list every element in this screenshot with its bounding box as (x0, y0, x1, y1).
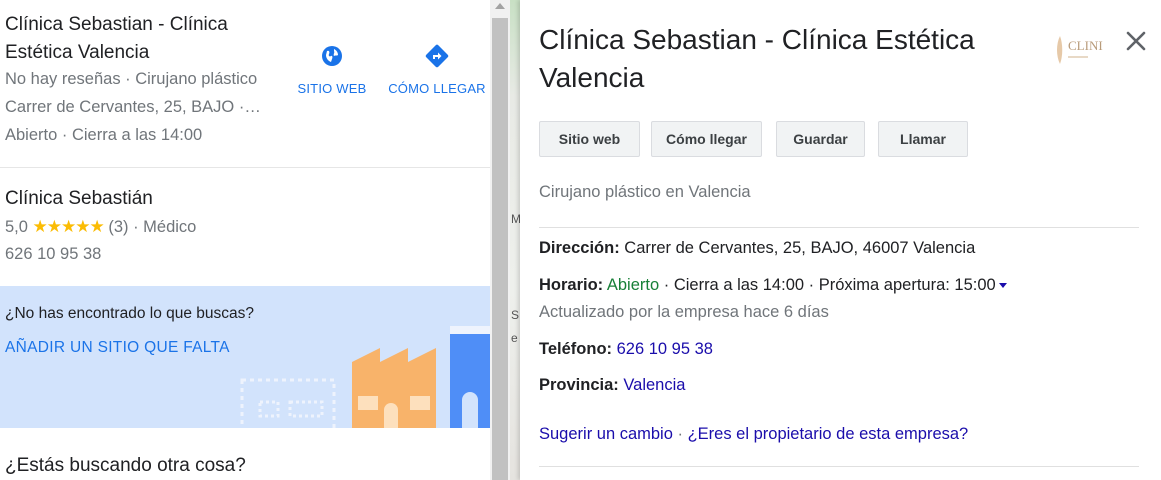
map-area[interactable]: Mo S e (510, 0, 520, 480)
address-label: Dirección: (539, 239, 620, 257)
directions-label: CÓMO LLEGAR (388, 81, 486, 96)
hours-details: · Cierra a las 14:00 · Próxima apertura:… (663, 276, 996, 294)
divider (539, 466, 1139, 467)
directions-button[interactable]: Cómo llegar (651, 121, 762, 157)
call-button[interactable]: Llamar (878, 121, 968, 157)
add-missing-place-link[interactable]: AÑADIR UN SITIO QUE FALTA (5, 339, 230, 357)
dropdown-arrow-icon[interactable] (998, 283, 1007, 289)
website-label: SITIO WEB (297, 81, 367, 96)
rating-value: 5,0 (5, 218, 28, 236)
phone-row: Teléfono: 626 10 95 38 (539, 340, 713, 359)
hours-label: Horario: (539, 276, 604, 294)
save-button[interactable]: Guardar (776, 121, 865, 157)
result-hours: Abierto · Cierra a las 14:00 (5, 126, 203, 144)
map-label: e (511, 331, 518, 345)
star-rating-icon: ★★★★★ (32, 217, 105, 236)
map-label: S (511, 308, 520, 322)
separator: · (677, 425, 684, 443)
result-title[interactable]: Clínica Sebastián (5, 185, 275, 213)
phone-label: Teléfono: (539, 340, 613, 358)
result-phone: 626 10 95 38 (5, 245, 102, 263)
globe-icon (322, 46, 342, 66)
suggest-row: Sugerir un cambio · ¿Eres el propietario… (539, 425, 968, 444)
result-item[interactable]: Clínica Sebastián 5,0 ★★★★★ (3) · Médico… (0, 168, 490, 286)
other-search-question: ¿Estás buscando otra cosa? (5, 455, 246, 476)
claim-business-link[interactable]: ¿Eres el propietario de esta empresa? (688, 425, 969, 443)
results-list: Clínica Sebastian - Clínica Estética Val… (0, 0, 490, 480)
province-label: Provincia: (539, 376, 619, 394)
directions-button[interactable]: CÓMO LLEGAR (386, 44, 488, 98)
province-row: Provincia: Valencia (539, 376, 685, 395)
results-scrollbar[interactable] (490, 0, 510, 480)
scrollbar-thumb[interactable] (492, 18, 508, 480)
directions-icon (425, 44, 449, 68)
svg-text:CLINI: CLINI (1068, 38, 1103, 53)
website-button[interactable]: Sitio web (539, 121, 640, 157)
open-status: Abierto (606, 276, 660, 294)
scroll-up-arrow-icon[interactable] (495, 3, 505, 9)
result-meta: No hay reseñas · Cirujano plástico (5, 70, 258, 88)
missing-place-box: ¿No has encontrado lo que buscas? AÑADIR… (0, 286, 490, 428)
result-address: Carrer de Cervantes, 25, BAJO ·… (5, 98, 261, 116)
map-label: Mo (511, 212, 520, 226)
divider (539, 227, 1139, 228)
close-icon[interactable] (1123, 28, 1149, 54)
address-value: Carrer de Cervantes, 25, BAJO, 46007 Val… (624, 239, 976, 257)
suggest-change-link[interactable]: Sugerir un cambio (539, 425, 673, 443)
buildings-illustration-icon (240, 326, 490, 428)
clinic-logo[interactable]: CLINI (1054, 32, 1114, 68)
website-button[interactable]: SITIO WEB (296, 44, 368, 98)
place-detail-card: Clínica Sebastian - Clínica Estética Val… (520, 0, 1161, 480)
review-count[interactable]: (3) (108, 218, 128, 236)
province-link[interactable]: Valencia (623, 376, 685, 394)
place-title: Clínica Sebastian - Clínica Estética Val… (539, 24, 975, 93)
hours-updated-note: Actualizado por la empresa hace 6 días (539, 303, 829, 321)
place-category: Cirujano plástico en Valencia (539, 183, 751, 201)
result-category: · Médico (133, 218, 197, 236)
result-rating-row: 5,0 ★★★★★ (3) · Médico (5, 217, 196, 237)
result-item[interactable]: Clínica Sebastian - Clínica Estética Val… (0, 0, 490, 168)
address-row: Dirección: Carrer de Cervantes, 25, BAJO… (539, 239, 975, 258)
map-background (510, 0, 520, 480)
hours-row[interactable]: Horario: Abierto · Cierra a las 14:00 · … (539, 276, 1007, 295)
phone-link[interactable]: 626 10 95 38 (617, 340, 713, 358)
result-title[interactable]: Clínica Sebastian - Clínica Estética Val… (5, 11, 275, 67)
missing-question: ¿No has encontrado lo que buscas? (5, 305, 255, 322)
